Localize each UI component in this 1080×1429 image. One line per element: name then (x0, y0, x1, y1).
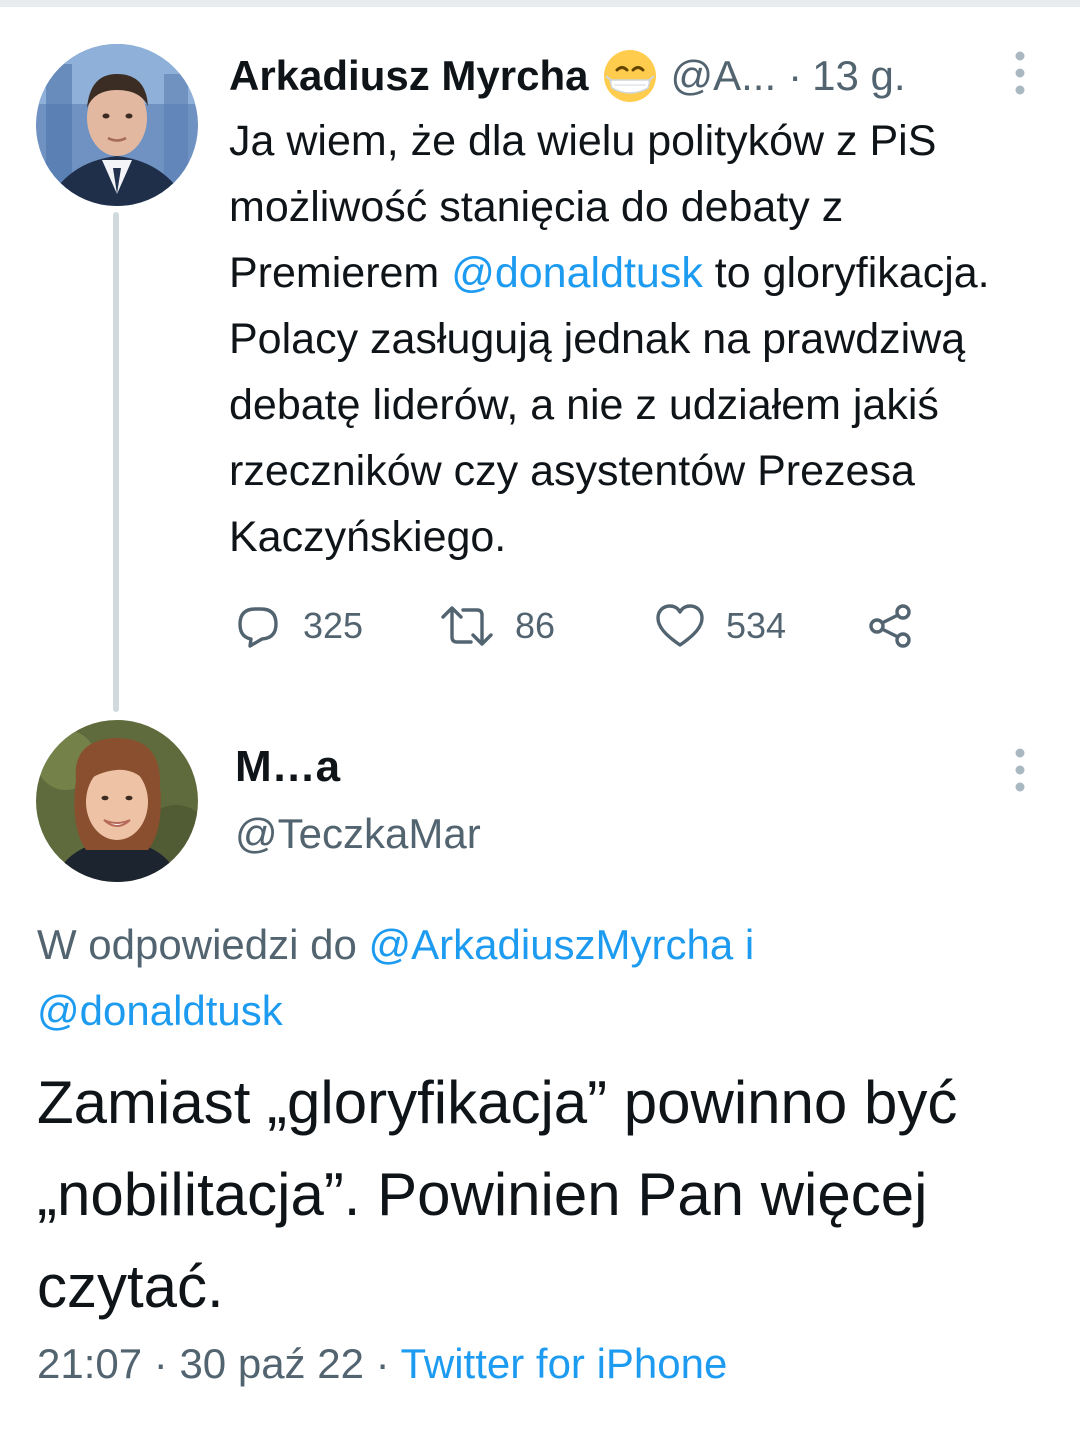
reply-context: W odpowiedzi do @ArkadiuszMyrcha i @dona… (37, 912, 1037, 1044)
tweet-time[interactable]: 21:07 (37, 1340, 142, 1387)
like-button[interactable]: 534 (654, 596, 786, 656)
tweet-source-link[interactable]: Twitter for iPhone (401, 1340, 728, 1387)
author-name[interactable]: Arkadiusz Myrcha (229, 52, 588, 100)
top-divider (0, 0, 1080, 7)
reply-author-name[interactable]: M…a (235, 742, 340, 792)
tweet-date[interactable]: 30 paź 22 (179, 1340, 364, 1387)
tweet-actions-bar: 325 86 534 (229, 596, 949, 656)
share-button[interactable] (865, 596, 915, 656)
like-count: 534 (726, 605, 787, 646)
like-icon (656, 604, 704, 647)
thread-connector-line (113, 212, 119, 712)
retweet-count: 86 (515, 605, 556, 646)
reply-icon (238, 607, 278, 648)
tweet-time-ago[interactable]: 13 g. (812, 52, 905, 100)
more-vertical-icon[interactable] (1013, 50, 1027, 96)
parent-tweet-text: Ja wiem, że dla wielu polityków z PiS mo… (229, 108, 1049, 570)
more-vertical-icon[interactable] (1013, 747, 1027, 793)
mention-link-donaldtusk[interactable]: @donaldtusk (451, 249, 703, 297)
share-icon (869, 604, 911, 648)
header-separator: · (788, 52, 803, 99)
reply-author-handle[interactable]: @TeczkaMar (235, 810, 481, 858)
mention-link-donaldtusk[interactable]: @donaldtusk (37, 987, 283, 1034)
meta-separator: · (375, 1340, 390, 1387)
avatar-arkadiusz-myrcha[interactable] (36, 44, 198, 206)
reply-context-prefix: W odpowiedzi do (37, 921, 369, 968)
tweet-meta: 21:07 · 30 paź 22 · Twitter for iPhone (37, 1340, 727, 1388)
meta-separator: · (153, 1340, 168, 1387)
reply-count: 325 (303, 605, 364, 646)
mention-link-arkadiuszmyrcha[interactable]: @ArkadiuszMyrcha (369, 921, 734, 968)
reply-button[interactable]: 325 (233, 596, 363, 656)
face-mask-emoji-icon (602, 48, 658, 104)
reply-context-conjunction: i (733, 921, 755, 968)
retweet-button[interactable]: 86 (439, 596, 555, 656)
retweet-icon (441, 606, 493, 646)
avatar-teczkamar[interactable] (36, 720, 198, 882)
parent-tweet-header: Arkadiusz Myrcha @A... · 13 g. (229, 48, 918, 104)
author-handle[interactable]: @A... (670, 52, 776, 100)
reply-tweet-text: Zamiast „gloryfikacja” powinno być „nobi… (37, 1069, 958, 1320)
